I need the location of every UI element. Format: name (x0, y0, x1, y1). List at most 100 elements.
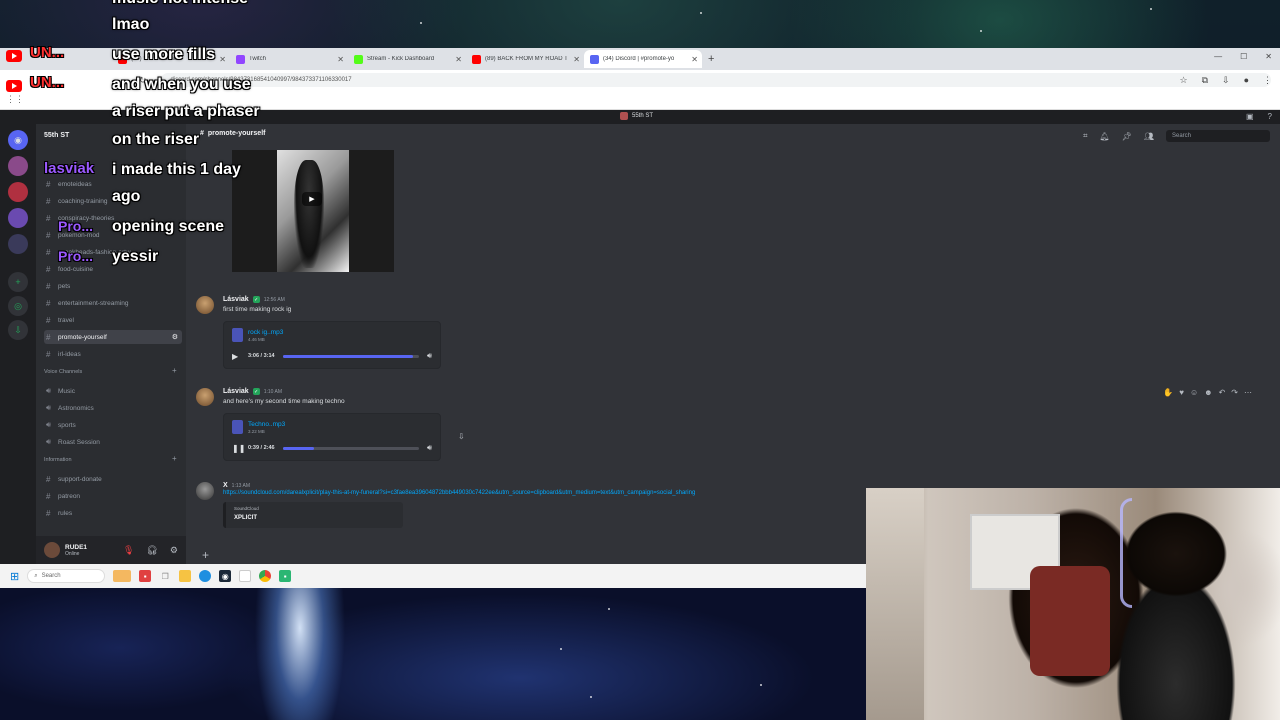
profile-icon[interactable]: ● (1244, 75, 1249, 86)
channel-item[interactable]: # irl-ideas (44, 347, 182, 361)
avatar[interactable] (196, 482, 214, 500)
help-icon[interactable]: ? (1268, 112, 1272, 121)
bookmark-star-icon[interactable]: ☆ (1180, 75, 1188, 86)
file-name-link[interactable]: rock ig..mp3 (248, 329, 283, 336)
info-category-label[interactable]: Information (44, 457, 72, 463)
voice-channel-item[interactable]: 🔊︎ sports (44, 418, 182, 432)
close-tab-icon[interactable]: ✕ (573, 55, 580, 64)
add-attachment-icon[interactable]: + (202, 548, 209, 562)
reply-icon[interactable]: ↶ (1219, 388, 1226, 397)
browser-tab[interactable]: Twitch ✕ (230, 50, 348, 68)
direct-messages-icon[interactable]: ◉ (8, 130, 28, 150)
task-view-icon[interactable]: ❐ (159, 570, 171, 582)
channel-item[interactable]: # travel (44, 313, 182, 327)
reaction-icon[interactable]: ✋ (1163, 388, 1173, 397)
voice-channel-item[interactable]: 🔊︎ Music (44, 384, 182, 398)
message-author[interactable]: Lásviak (223, 296, 249, 303)
channel-item[interactable]: # rules (44, 506, 182, 520)
user-settings-gear-icon[interactable]: ⚙ (170, 545, 178, 556)
message-timestamp: 12:56 AM (263, 296, 285, 303)
download-icon[interactable]: ⇩ (458, 432, 465, 441)
volume-icon[interactable]: 🔊︎ (427, 443, 432, 453)
close-tab-icon[interactable]: ✕ (691, 55, 698, 64)
apps-grid-icon[interactable]: ⋮⋮ (6, 94, 24, 105)
server-icon[interactable] (8, 208, 28, 228)
voice-category-label[interactable]: Voice Channels (44, 369, 82, 375)
avatar[interactable] (196, 388, 214, 406)
soundcloud-link[interactable]: https://soundcloud.com/darealxplicit/pla… (223, 490, 695, 496)
browser-tab[interactable]: Stream - Kick Dashboard ✕ (348, 50, 466, 68)
add-channel-icon[interactable]: + (172, 366, 177, 375)
browser-tab[interactable]: (89) BACK FROM MY ROAD T ✕ (466, 50, 584, 68)
server-icon[interactable] (8, 156, 28, 176)
reaction-icon[interactable]: ☺ (1190, 388, 1198, 397)
user-info[interactable]: RUDE1 Online (65, 544, 87, 557)
windows-start-icon[interactable]: ⊞ (10, 570, 19, 583)
cast-icon[interactable]: ⧉ (1202, 75, 1208, 86)
notification-bell-icon[interactable]: 🔔︎ (1100, 132, 1110, 141)
notepad-icon[interactable] (239, 570, 252, 582)
more-icon[interactable]: ⋯ (1244, 388, 1252, 397)
weather-widget-icon[interactable] (113, 570, 132, 582)
file-name-link[interactable]: Techno..mp3 (248, 421, 285, 428)
downloads-icon[interactable]: ⇩ (1222, 75, 1230, 86)
file-explorer-icon[interactable] (179, 570, 192, 582)
close-tab-icon[interactable]: ✕ (219, 55, 226, 64)
message-composer[interactable]: + (194, 546, 874, 564)
channel-item[interactable]: # entertainment-streaming (44, 296, 182, 310)
message-author[interactable]: Lásviak (223, 388, 249, 395)
member-list-icon[interactable]: 👥︎ (1144, 132, 1154, 141)
browser-tab-active[interactable]: (34) Discord | #promote-yo ✕ (584, 50, 702, 68)
maximize-icon[interactable]: ☐ (1240, 52, 1247, 61)
app-icon[interactable]: ▪ (139, 570, 152, 582)
server-icon[interactable] (8, 234, 28, 254)
edge-icon[interactable] (199, 570, 212, 582)
channel-item[interactable]: # support-donate (44, 472, 182, 486)
video-attachment[interactable]: ▶ (232, 150, 394, 272)
address-bar[interactable]: discord.com/channels/984373168541040997/… (160, 73, 1271, 87)
guild-name[interactable]: 55th ST (44, 132, 69, 139)
embed-title[interactable]: XPLICIT (234, 515, 257, 521)
download-apps-icon[interactable]: ⇩ (8, 320, 28, 340)
overlay-chat-username: UN... (30, 74, 65, 91)
search-input[interactable]: Search (1166, 130, 1270, 142)
explore-icon[interactable]: ◎ (8, 296, 28, 316)
avatar[interactable] (44, 542, 60, 558)
channel-item[interactable]: # pets (44, 279, 182, 293)
close-tab-icon[interactable]: ✕ (337, 55, 344, 64)
add-channel-icon[interactable]: + (172, 454, 177, 463)
minimize-icon[interactable]: — (1214, 52, 1222, 61)
volume-icon[interactable]: 🔊︎ (427, 351, 432, 361)
link-embed[interactable]: SoundCloud XPLICIT (223, 502, 403, 528)
app-icon[interactable]: ▪ (279, 570, 292, 582)
channel-item-active[interactable]: # promote-yourself ⚙ (44, 330, 182, 344)
audio-progress-track[interactable] (282, 446, 419, 450)
pin-icon[interactable]: 📌︎ (1122, 132, 1132, 141)
steam-icon[interactable]: ◉ (219, 570, 232, 582)
close-tab-icon[interactable]: ✕ (455, 55, 462, 64)
server-icon[interactable] (8, 182, 28, 202)
mute-mic-icon[interactable]: 🎙︎ (123, 545, 134, 556)
new-tab-button[interactable]: + (708, 53, 714, 65)
channel-item[interactable]: # patreon (44, 489, 182, 503)
threads-icon[interactable]: ⌗ (1083, 131, 1088, 141)
avatar[interactable] (196, 296, 214, 314)
message-author[interactable]: X (223, 482, 228, 489)
close-window-icon[interactable]: ✕ (1265, 52, 1272, 61)
add-server-icon[interactable]: + (8, 272, 28, 292)
reaction-icon[interactable]: ♥ (1179, 388, 1184, 397)
menu-icon[interactable]: ⋮ (1263, 75, 1272, 86)
voice-channel-item[interactable]: 🔊︎ Roast Session (44, 435, 182, 449)
chrome-icon[interactable] (259, 570, 272, 582)
play-icon[interactable]: ▶ (232, 352, 240, 361)
audio-progress-track[interactable] (282, 354, 419, 358)
taskbar-search-input[interactable]: ⌕ Search (27, 569, 106, 583)
pause-icon[interactable]: ❚❚ (232, 444, 245, 453)
headphones-icon[interactable]: 🎧︎ (146, 545, 157, 556)
inbox-icon[interactable]: ▣ (1246, 112, 1254, 121)
settings-gear-icon[interactable]: ⚙ (172, 333, 178, 341)
video-play-icon[interactable]: ▶ (302, 192, 322, 206)
voice-channel-item[interactable]: 🔊︎ Astronomics (44, 401, 182, 415)
add-reaction-icon[interactable]: ☻ (1204, 388, 1212, 397)
forward-icon[interactable]: ↷ (1231, 388, 1238, 397)
